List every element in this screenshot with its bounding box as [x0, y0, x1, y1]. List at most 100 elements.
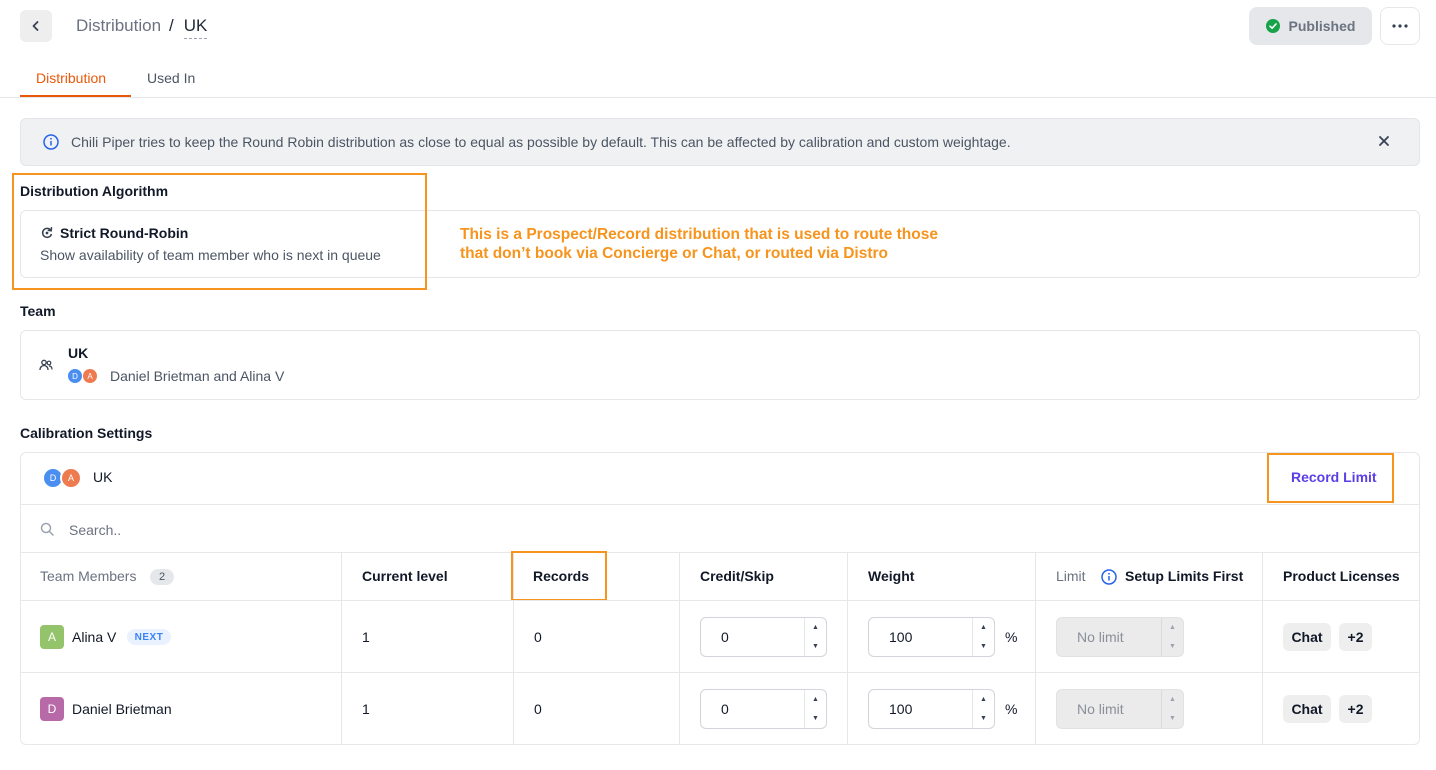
breadcrumb: Distribution / UK: [76, 16, 208, 39]
stepper-down-icon[interactable]: ▼: [812, 715, 819, 722]
team-name: UK: [68, 345, 89, 361]
stepper-up-icon[interactable]: ▲: [980, 696, 987, 703]
number-stepper[interactable]: ▲ ▼: [804, 690, 826, 728]
stepper-down-icon[interactable]: ▼: [812, 643, 819, 650]
more-options-button[interactable]: [1380, 7, 1420, 45]
more-horizontal-icon: [1392, 24, 1408, 28]
annotation-box-record-limit: [1267, 453, 1394, 503]
stepper-down-icon[interactable]: ▼: [980, 715, 987, 722]
column-divider: [679, 553, 680, 745]
annotation-line-2: that don’t book via Concierge or Chat, o…: [460, 245, 889, 262]
weight-value: 100: [889, 629, 913, 645]
banner-text: Chili Piper tries to keep the Round Robi…: [71, 134, 1011, 150]
info-icon: [43, 134, 59, 150]
team-card[interactable]: [20, 330, 1420, 400]
weight-unit: %: [1005, 701, 1018, 717]
column-divider: [341, 553, 342, 745]
next-badge: NEXT: [127, 629, 171, 645]
member-count-badge: 2: [150, 569, 174, 585]
weight-input[interactable]: 100 ▲ ▼: [868, 689, 995, 729]
credit-skip-input[interactable]: 0 ▲ ▼: [700, 617, 827, 657]
number-stepper: ▲ ▼: [1161, 618, 1183, 656]
published-label: Published: [1288, 18, 1356, 34]
number-stepper[interactable]: ▲ ▼: [972, 690, 994, 728]
team-icon: [39, 358, 53, 375]
column-header-credit-skip: Credit/Skip: [700, 568, 774, 584]
calibration-settings-title: Calibration Settings: [20, 425, 153, 441]
published-status-button[interactable]: Published: [1249, 7, 1372, 45]
stepper-up-icon[interactable]: ▲: [812, 696, 819, 703]
column-header-current-level: Current level: [362, 568, 448, 584]
current-level-value: 1: [362, 701, 370, 717]
row-divider: [21, 672, 1419, 673]
license-more-chip[interactable]: +2: [1339, 695, 1372, 723]
avatar: A: [40, 625, 64, 649]
number-stepper: ▲ ▼: [1161, 690, 1183, 728]
team-title: Team: [20, 303, 56, 319]
license-chip[interactable]: Chat: [1283, 695, 1331, 723]
credit-skip-input[interactable]: 0 ▲ ▼: [700, 689, 827, 729]
search-icon: [40, 522, 54, 539]
annotation-box-algorithm: [12, 173, 427, 290]
weight-value: 100: [889, 701, 913, 717]
number-stepper[interactable]: ▲ ▼: [804, 618, 826, 656]
number-stepper[interactable]: ▲ ▼: [972, 618, 994, 656]
avatar: D: [40, 697, 64, 721]
calibration-divider: [21, 504, 1419, 505]
member-name: Alina V: [72, 629, 117, 645]
stepper-up-icon[interactable]: ▲: [980, 624, 987, 631]
license-chip[interactable]: Chat: [1283, 623, 1331, 651]
tabs-divider: [0, 97, 1436, 98]
column-header-team-members: Team Members: [40, 568, 137, 584]
limit-value: No limit: [1077, 629, 1124, 645]
close-banner-button[interactable]: [1374, 131, 1394, 151]
close-icon: [1379, 136, 1389, 146]
search-input[interactable]: [67, 518, 667, 542]
limit-input: No limit ▲ ▼: [1056, 689, 1184, 729]
avatar: A: [60, 467, 82, 489]
tab-distribution[interactable]: Distribution: [36, 70, 106, 86]
breadcrumb-separator: /: [169, 16, 174, 35]
column-header-product-licenses: Product Licenses: [1283, 568, 1400, 584]
records-value: 0: [534, 701, 542, 717]
setup-limits-first-link[interactable]: Setup Limits First: [1125, 568, 1243, 584]
info-banner: Chili Piper tries to keep the Round Robi…: [20, 118, 1420, 166]
member-name: Daniel Brietman: [72, 701, 172, 717]
breadcrumb-parent[interactable]: Distribution: [76, 16, 161, 36]
stepper-down-icon: ▼: [1169, 715, 1176, 722]
column-divider: [1262, 553, 1263, 745]
credit-skip-value: 0: [721, 629, 729, 645]
chevron-left-icon: [32, 21, 39, 31]
limit-input: No limit ▲ ▼: [1056, 617, 1184, 657]
current-level-value: 1: [362, 629, 370, 645]
annotation-note: This is a Prospect/Record distribution t…: [460, 225, 938, 263]
annotation-box-records: [511, 551, 607, 601]
search-divider: [21, 552, 1419, 553]
column-divider: [847, 553, 848, 745]
team-members-text: Daniel Brietman and Alina V: [110, 368, 285, 384]
column-divider: [1035, 553, 1036, 745]
header-divider: [21, 600, 1419, 601]
annotation-line-1: This is a Prospect/Record distribution t…: [460, 226, 938, 243]
stepper-down-icon: ▼: [1169, 643, 1176, 650]
weight-input[interactable]: 100 ▲ ▼: [868, 617, 995, 657]
column-header-limit: Limit: [1056, 568, 1086, 584]
stepper-up-icon[interactable]: ▲: [812, 624, 819, 631]
avatar: D: [67, 368, 83, 384]
weight-unit: %: [1005, 629, 1018, 645]
records-value: 0: [534, 629, 542, 645]
check-circle-icon: [1265, 19, 1280, 33]
stepper-down-icon[interactable]: ▼: [980, 643, 987, 650]
breadcrumb-current[interactable]: UK: [183, 16, 208, 39]
back-button[interactable]: [20, 10, 52, 42]
info-icon[interactable]: [1101, 569, 1117, 588]
column-header-weight: Weight: [868, 568, 915, 584]
stepper-up-icon: ▲: [1169, 696, 1176, 703]
calibration-team-name: UK: [93, 469, 113, 485]
stepper-up-icon: ▲: [1169, 624, 1176, 631]
license-more-chip[interactable]: +2: [1339, 623, 1372, 651]
limit-value: No limit: [1077, 701, 1124, 717]
avatar: A: [82, 368, 98, 384]
tab-used-in[interactable]: Used In: [147, 70, 195, 86]
credit-skip-value: 0: [721, 701, 729, 717]
